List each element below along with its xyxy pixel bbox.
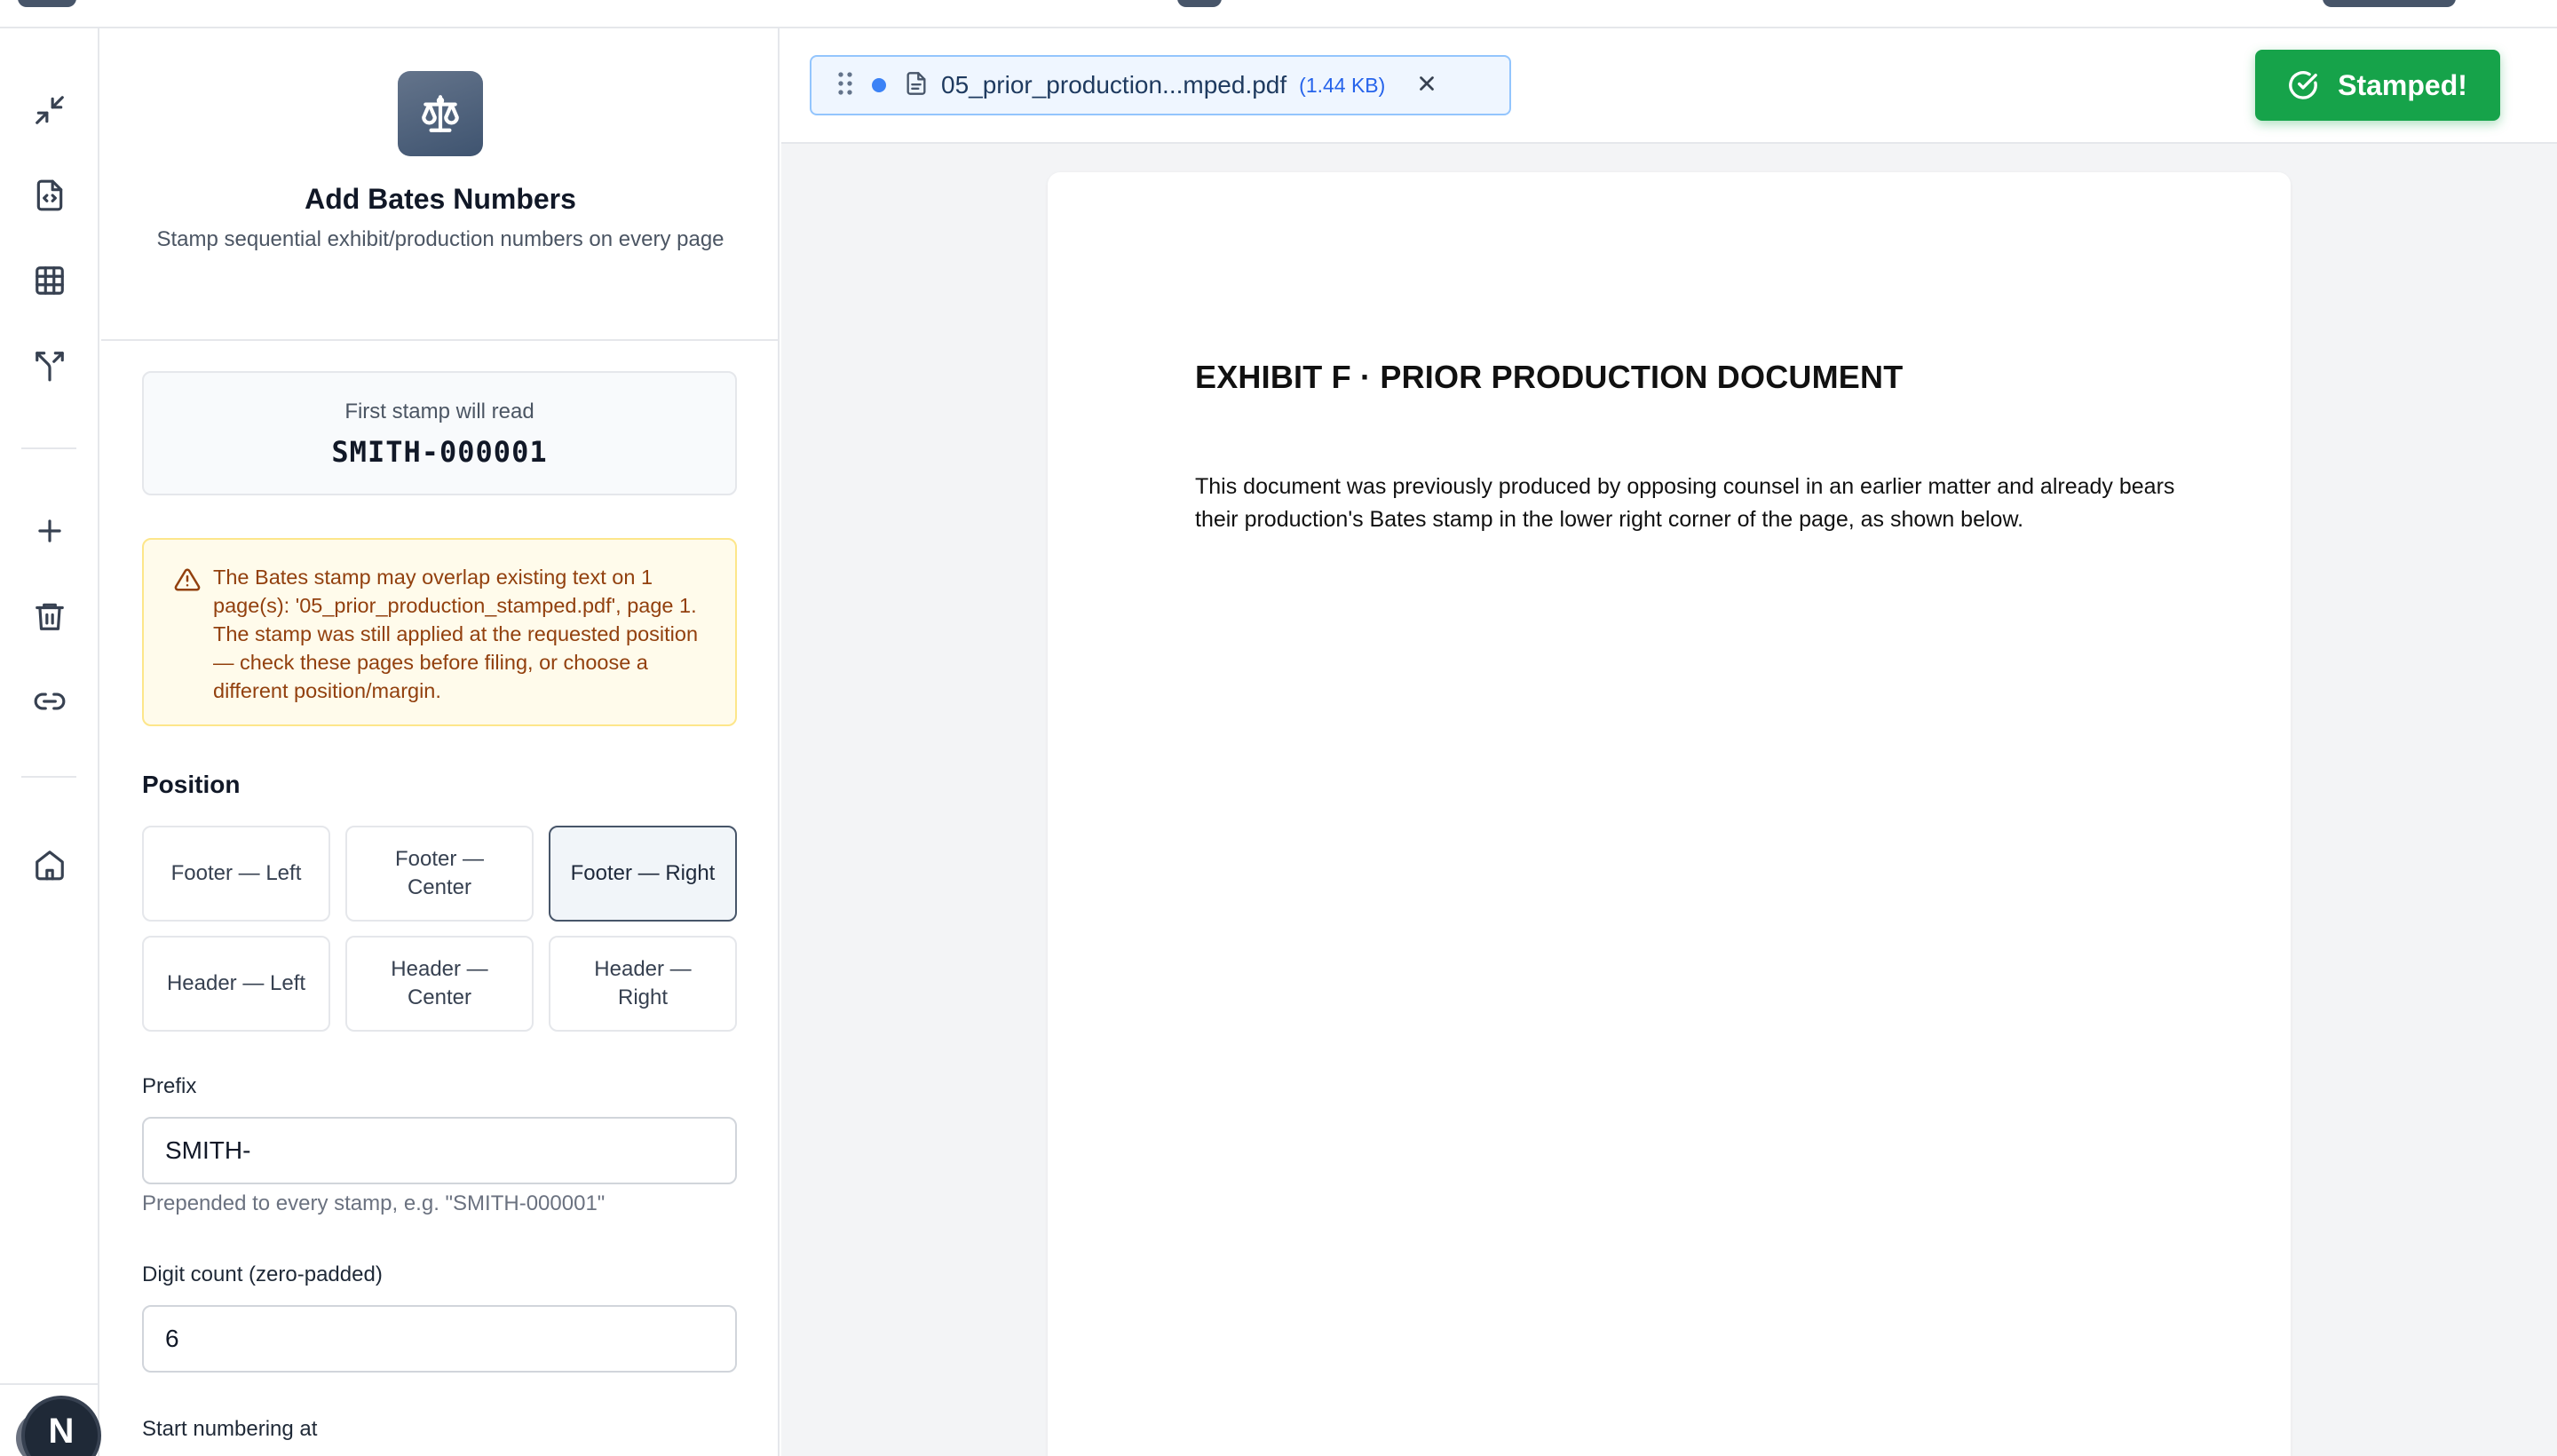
tool-header: Add Bates Numbers Stamp sequential exhib… — [101, 28, 778, 341]
file-tab[interactable]: 05_prior_production...mped.pdf (1.44 KB) — [810, 55, 1511, 115]
link-icon — [34, 692, 66, 710]
split-button[interactable] — [23, 339, 76, 392]
start-number-label: Start numbering at — [142, 1417, 318, 1441]
tool-title: Add Bates Numbers — [305, 183, 576, 215]
link-button[interactable] — [23, 675, 76, 728]
position-footer-left[interactable]: Footer — Left — [142, 826, 330, 922]
close-icon — [1420, 75, 1435, 91]
table-button[interactable] — [23, 254, 76, 307]
stamped-button[interactable]: Stamped! — [2255, 50, 2500, 121]
top-bar — [0, 0, 2557, 28]
warning-icon — [174, 566, 201, 593]
document-icon — [904, 70, 929, 101]
top-action-button[interactable] — [2323, 0, 2456, 7]
document-page: EXHIBIT F · PRIOR PRODUCTION DOCUMENT Th… — [1048, 172, 2291, 1456]
check-circle-icon — [2289, 71, 2317, 99]
warning-text: The Bates stamp may overlap existing tex… — [213, 566, 699, 702]
add-button[interactable] — [23, 504, 76, 558]
home-icon — [36, 851, 64, 881]
position-footer-center[interactable]: Footer — Center — [345, 826, 534, 922]
position-title: Position — [142, 771, 241, 798]
digit-count-input[interactable] — [142, 1305, 737, 1373]
stamp-preview-card: First stamp will read SMITH-000001 — [142, 371, 737, 495]
icon-rail — [0, 28, 99, 1456]
prefix-hint: Prepended to every stamp, e.g. "SMITH-00… — [142, 1191, 606, 1215]
minimize-button[interactable] — [23, 83, 76, 137]
tool-description: Stamp sequential exhibit/production numb… — [156, 227, 724, 251]
center-control[interactable] — [1177, 0, 1222, 7]
position-header-center[interactable]: Header — Center — [345, 936, 534, 1032]
plus-icon — [38, 519, 61, 542]
table-icon — [36, 266, 64, 295]
trash-icon — [36, 603, 64, 630]
app-menu-button[interactable] — [18, 0, 76, 7]
delete-button[interactable] — [23, 590, 76, 643]
file-code-icon — [36, 179, 63, 211]
rail-divider — [0, 1383, 99, 1385]
tool-panel: Add Bates Numbers Stamp sequential exhib… — [101, 28, 780, 1456]
position-footer-right[interactable]: Footer — Right — [549, 826, 737, 922]
file-name: 05_prior_production...mped.pdf — [941, 71, 1287, 99]
document-heading: EXHIBIT F · PRIOR PRODUCTION DOCUMENT — [1195, 359, 1904, 395]
minimize-icon — [36, 96, 64, 124]
file-size: (1.44 KB) — [1299, 73, 1386, 97]
file-bar: 05_prior_production...mped.pdf (1.44 KB)… — [781, 28, 2557, 144]
status-dot — [872, 78, 886, 92]
split-icon — [36, 352, 64, 382]
tool-icon-tile — [398, 71, 483, 156]
scale-icon — [422, 95, 459, 132]
document-body: This document was previously produced by… — [1195, 474, 2175, 532]
home-button[interactable] — [23, 838, 76, 891]
rail-divider — [21, 776, 76, 778]
close-file-button[interactable] — [1415, 72, 1438, 99]
prefix-label: Prefix — [142, 1074, 197, 1098]
prefix-input[interactable] — [142, 1117, 737, 1184]
position-header-left[interactable]: Header — Left — [142, 936, 330, 1032]
main-area: 05_prior_production...mped.pdf (1.44 KB)… — [781, 28, 2557, 1456]
position-header-right[interactable]: Header — Right — [549, 936, 737, 1032]
rail-divider — [21, 447, 76, 449]
drag-handle-icon[interactable] — [835, 70, 856, 101]
digit-count-label: Digit count (zero-padded) — [142, 1262, 383, 1286]
file-code-button[interactable] — [23, 169, 76, 222]
overlap-warning: The Bates stamp may overlap existing tex… — [142, 538, 737, 726]
stamp-preview-label: First stamp will read — [344, 400, 534, 423]
stamp-preview-value: SMITH-000001 — [331, 435, 548, 469]
stamped-label: Stamped! — [2338, 68, 2467, 101]
